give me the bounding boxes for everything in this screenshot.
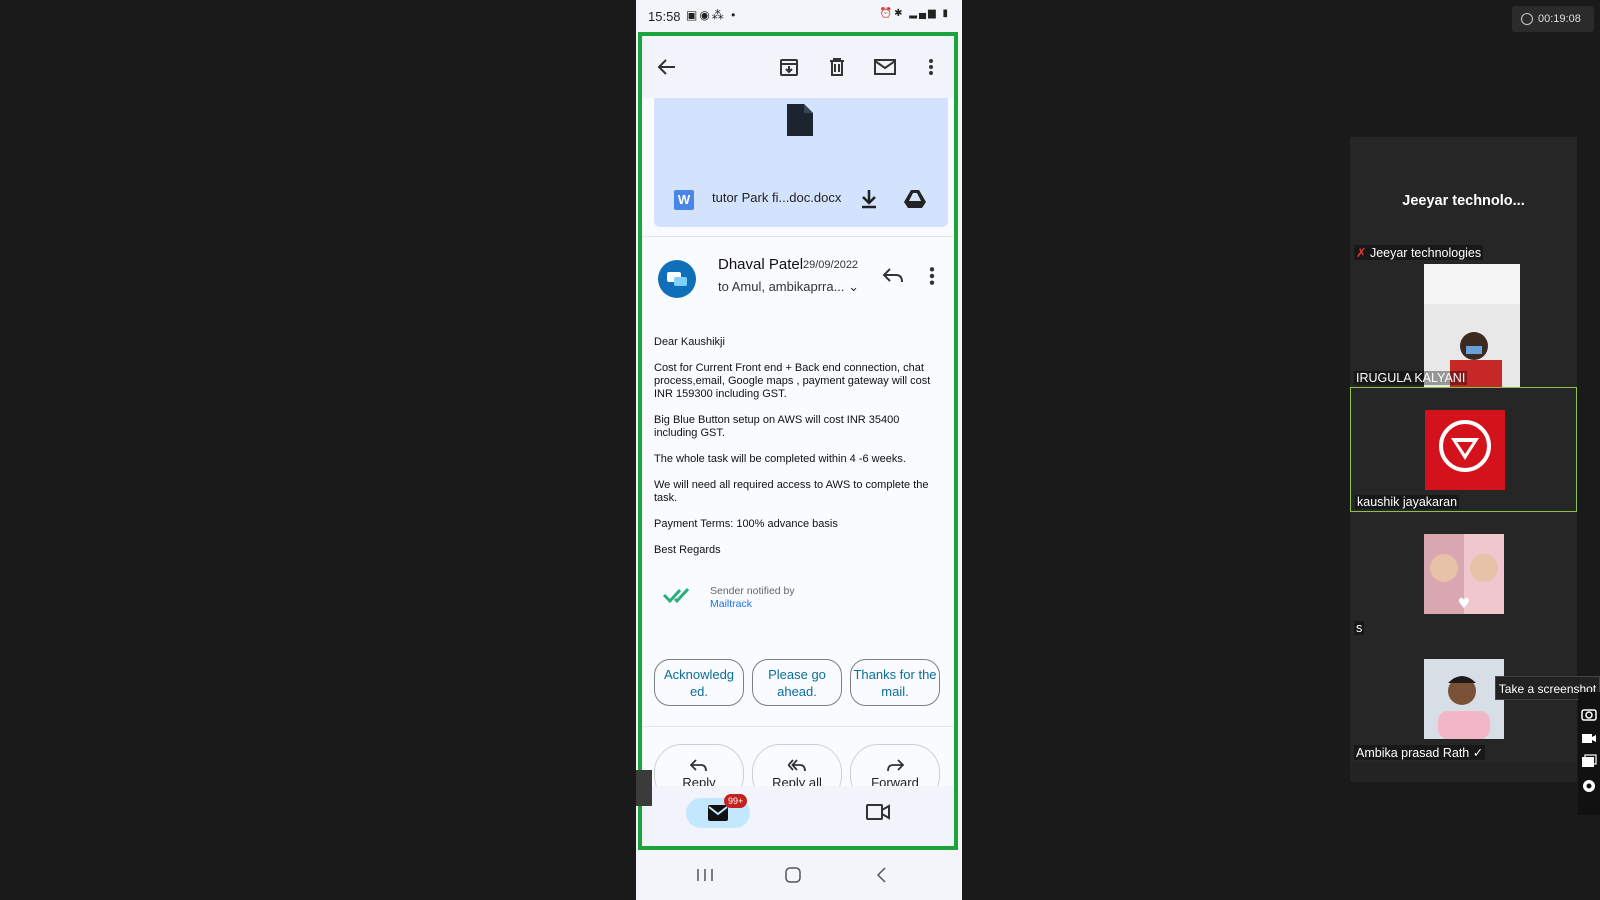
more-vert-icon[interactable] [918,54,944,80]
download-icon[interactable] [859,188,879,210]
chevron-down-icon[interactable]: ⌄ [848,279,859,294]
body-paragraph: Best Regards [654,544,721,556]
smart-reply-chip[interactable]: Thanks for the mail. [850,659,940,706]
notification-icons: ▣◉⁂ • [686,8,738,22]
participant-photo [1424,659,1504,739]
forward-icon [887,759,904,772]
mic-muted-icon: ✗ [1356,246,1370,260]
meeting-timer: 00:19:08 [1512,6,1594,32]
back-arrow-icon[interactable] [654,54,680,80]
word-file-icon: W [674,190,694,210]
system-status-icons: ⏰✱ ▂▄▆ ▮ [879,8,950,19]
participant-name: kaushik jayakaran [1355,495,1460,509]
reply-icon [690,759,707,772]
participant-tile[interactable]: kaushik jayakaran [1350,387,1577,512]
body-paragraph: We will need all required access to AWS … [654,479,929,504]
participant-tile[interactable]: ♥ s [1350,512,1577,637]
phone-screen: 15:58 ▣◉⁂ • ⏰✱ ▂▄▆ ▮ W tutor Park fi...d… [636,0,962,900]
screen-share-icon[interactable] [1581,754,1597,770]
sender-name: Dhaval Patel [718,256,804,273]
sender-avatar[interactable] [658,260,696,298]
double-check-icon [662,587,690,604]
participant-tile[interactable]: IRUGULA KALYANI [1350,262,1577,387]
back-icon[interactable] [876,867,886,883]
body-paragraph: Payment Terms: 100% advance basis [654,518,838,530]
floating-toolbar [1578,692,1600,815]
participant-name: IRUGULA KALYANI [1354,371,1468,385]
email-toolbar [642,36,954,98]
sender-header: Dhaval Patel 29/09/2022 to Amul, ambikap… [642,236,954,316]
participant-logo [1425,410,1505,490]
recent-apps-icon[interactable] [696,868,714,882]
divider [642,726,954,727]
body-paragraph: Cost for Current Front end + Back end co… [654,362,931,400]
status-bar: 15:58 ▣◉⁂ • ⏰✱ ▂▄▆ ▮ [636,0,962,32]
reply-all-icon [788,759,806,772]
participant-video [1424,264,1520,387]
recipients[interactable]: to Amul, ambikaprra... ⌄ [718,279,859,295]
smart-reply-chip[interactable]: Acknowledg ed. [654,659,744,706]
more-vert-icon[interactable] [928,266,936,286]
svg-text:♥: ♥ [1458,596,1471,612]
participant-name: ✗ Jeeyar technologies [1354,245,1484,260]
camera-icon[interactable] [1581,706,1597,722]
mailtrack-link[interactable]: Mailtrack [710,598,752,610]
unread-badge: 99+ [724,794,748,808]
settings-gear-icon[interactable] [1581,778,1597,794]
trash-icon[interactable] [824,54,850,80]
participant-tile[interactable]: Jeeyar technolo... ✗ Jeeyar technologies [1350,137,1577,262]
side-handle[interactable] [636,770,652,806]
clock-icon [1521,13,1533,25]
system-nav-bar [636,850,962,900]
mailtrack-notice: Sender notified by Mailtrack [654,581,944,621]
recipients-label: to Amul, ambikaprra... [718,279,845,294]
participant-name-label: Jeeyar technologies [1369,246,1482,260]
attachment-filename: tutor Park fi...doc.docx [712,190,842,205]
smart-reply-chip[interactable]: Please go ahead. [752,659,842,706]
check-icon: ✓ [1472,746,1484,760]
archive-icon[interactable] [776,54,802,80]
gmail-app-frame: W tutor Park fi...doc.docx Dhaval Patel … [638,32,958,850]
participant-name: s [1354,621,1365,635]
participant-photo: ♥ [1424,534,1504,614]
document-icon [787,104,813,136]
reply-icon[interactable] [882,266,904,286]
drive-icon[interactable] [904,188,926,210]
video-record-icon[interactable] [1581,730,1597,746]
body-paragraph: Dear Kaushikji [654,336,725,348]
home-icon[interactable] [785,867,801,883]
timer-value: 00:19:08 [1538,13,1581,25]
attachment-card[interactable]: W tutor Park fi...doc.docx [654,98,948,227]
body-paragraph: The whole task will be completed within … [654,453,906,465]
body-paragraph: Big Blue Button setup on AWS will cost I… [654,414,900,439]
participant-name-label: Ambika prasad Rath [1356,746,1470,760]
status-time: 15:58 [648,9,681,24]
email-date: 29/09/2022 [803,259,859,271]
email-body: Dear Kaushikji Cost for Current Front en… [654,336,944,570]
participant-name: Ambika prasad Rath ✓ [1354,745,1486,760]
bottom-nav: 99+ [642,786,954,846]
meet-video-icon[interactable] [866,802,890,822]
mail-icon [708,805,728,821]
host-title: Jeeyar technolo... [1402,193,1525,209]
mailtrack-text: Sender notified by [710,585,795,597]
mail-icon[interactable] [872,54,898,80]
